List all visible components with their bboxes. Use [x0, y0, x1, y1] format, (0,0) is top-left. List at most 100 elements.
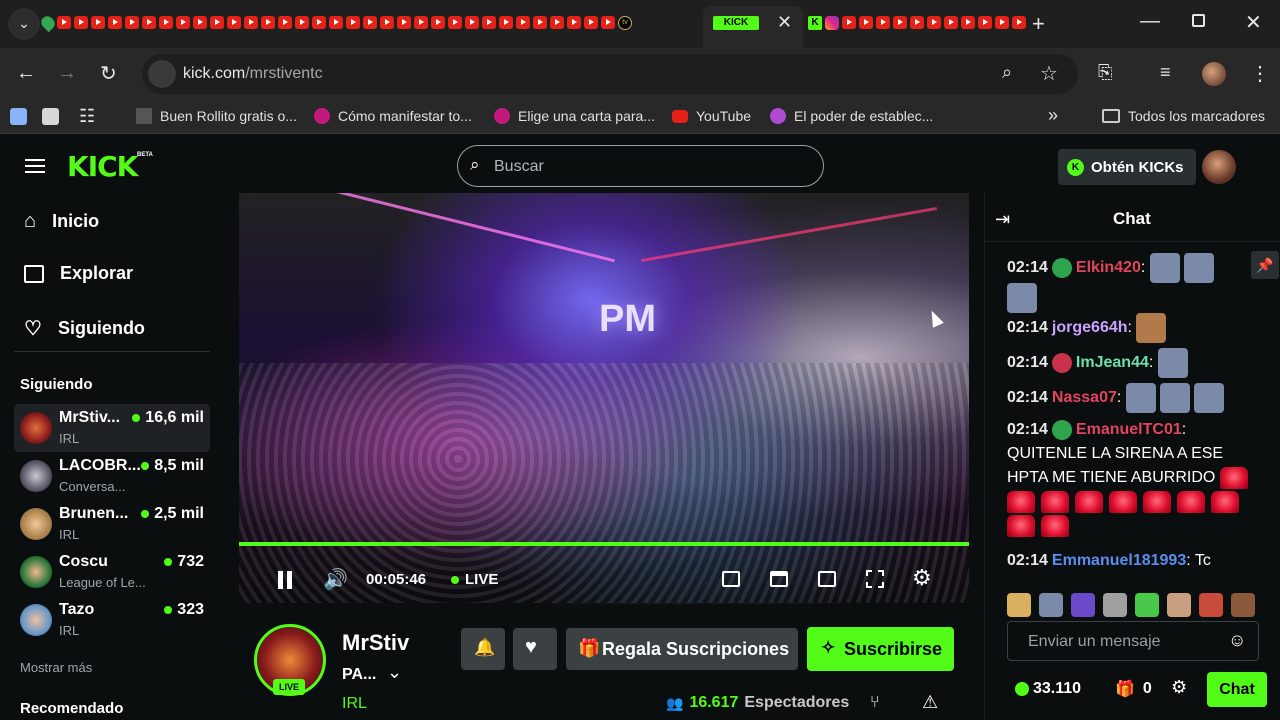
restore-icon[interactable] [1192, 14, 1205, 27]
close-window-icon[interactable]: ✕ [1245, 10, 1262, 35]
kick-logo[interactable]: KICK BETA [67, 150, 153, 183]
chat-settings-gear-icon[interactable]: ⚙ [1171, 677, 1187, 698]
youtube-tab-icon[interactable] [397, 16, 411, 29]
notifications-button[interactable]: 🔔 [461, 628, 505, 670]
chat-username[interactable]: ImJean44 [1076, 354, 1149, 371]
youtube-tab-icon[interactable] [601, 16, 615, 29]
reload-icon[interactable]: ↻ [100, 61, 117, 86]
youtube-tab-icon[interactable] [1012, 16, 1026, 29]
subscribe-button[interactable]: ✧ Suscribirse [807, 627, 954, 671]
youtube-tab-icon[interactable] [516, 16, 530, 29]
youtube-tab-icon[interactable] [448, 16, 462, 29]
youtube-tab-icon[interactable] [312, 16, 326, 29]
youtube-tab-icon[interactable] [125, 16, 139, 29]
active-tab[interactable]: KICK ✕ [703, 6, 803, 48]
chat-username[interactable]: Elkin420 [1076, 259, 1141, 276]
youtube-tab-icon[interactable] [142, 16, 156, 29]
youtube-tab-icon[interactable] [567, 16, 581, 29]
progress-bar[interactable] [239, 542, 969, 546]
youtube-tab-icon[interactable] [499, 16, 513, 29]
browser-menu-icon[interactable]: ⋮ [1250, 61, 1270, 86]
bookmark-item[interactable]: Cómo manifestar to... [314, 108, 472, 124]
youtube-tab-icon[interactable] [159, 16, 173, 29]
youtube-tab-icon[interactable] [346, 16, 360, 29]
youtube-tab-icon[interactable] [550, 16, 564, 29]
youtube-tab-icon[interactable] [193, 16, 207, 29]
minimize-icon[interactable]: — [1140, 10, 1160, 33]
tv-tab-icon[interactable]: tv [618, 16, 632, 30]
bookmark-star-icon[interactable]: ☆ [1040, 61, 1058, 86]
youtube-tab-icon[interactable] [210, 16, 224, 29]
bookmark-item[interactable]: El poder de establec... [770, 108, 933, 124]
youtube-tab-icon[interactable] [910, 16, 924, 29]
theater-mode-icon[interactable] [818, 571, 836, 587]
youtube-tab-icon[interactable] [414, 16, 428, 29]
youtube-tab-icon[interactable] [363, 16, 377, 29]
stream-category[interactable]: IRL [342, 695, 367, 713]
following-channel[interactable]: Coscu League of Le... 732 [14, 548, 210, 596]
gift-subs-button[interactable]: 🎁 Regala Suscripciones [566, 628, 798, 670]
youtube-tab-icon[interactable] [329, 16, 343, 29]
omnibox[interactable]: kick.com/mrstiventc ⌕ ☆ [142, 54, 1078, 94]
chat-username[interactable]: Nassa07 [1052, 389, 1117, 406]
all-bookmarks-folder[interactable]: Todos los marcadores [1102, 108, 1265, 124]
youtube-tab-icon[interactable] [431, 16, 445, 29]
bookmark-app-icon[interactable] [42, 108, 59, 125]
youtube-tab-icon[interactable] [584, 16, 598, 29]
chat-message-input[interactable]: Enviar un mensaje ☺ [1007, 621, 1259, 661]
collapse-chat-icon[interactable]: ⇥ [995, 209, 1010, 230]
youtube-tab-icon[interactable] [876, 16, 890, 29]
share-icon[interactable]: ⑂ [870, 694, 880, 712]
youtube-tab-icon[interactable] [944, 16, 958, 29]
fullscreen-icon[interactable] [866, 570, 884, 588]
youtube-tab-icon[interactable] [244, 16, 258, 29]
pip-icon[interactable] [722, 571, 740, 587]
bookmark-item[interactable]: Buen Rollito gratis o... [136, 108, 297, 124]
youtube-tab-icon[interactable] [227, 16, 241, 29]
youtube-tab-icon[interactable] [465, 16, 479, 29]
maps-tab-icon[interactable] [38, 13, 58, 33]
emoji-icon[interactable]: ☺ [1228, 630, 1246, 651]
close-tab-icon[interactable]: ✕ [777, 12, 792, 33]
tab-search-button[interactable]: ⌄ [8, 8, 40, 40]
gifts-display[interactable]: 🎁 0 [1115, 679, 1152, 699]
youtube-tab-icon[interactable] [261, 16, 275, 29]
volume-icon[interactable]: 🔊 [323, 567, 348, 592]
kick-tab-icon[interactable]: K [808, 16, 822, 30]
sidebar-item-siguiendo[interactable]: ♡ Siguiendo [24, 316, 145, 341]
youtube-tab-icon[interactable] [295, 16, 309, 29]
youtube-tab-icon[interactable] [842, 16, 856, 29]
sidebar-item-explorar[interactable]: Explorar [24, 263, 133, 284]
new-tab-icon[interactable]: + [1032, 11, 1045, 37]
get-kicks-button[interactable]: K Obtén KICKs [1058, 149, 1196, 185]
youtube-tab-icon[interactable] [57, 16, 71, 29]
youtube-tab-icon[interactable] [108, 16, 122, 29]
youtube-tab-icon[interactable] [893, 16, 907, 29]
following-channel[interactable]: Tazo IRL 323 [14, 596, 210, 644]
youtube-tab-icon[interactable] [380, 16, 394, 29]
youtube-tab-icon[interactable] [927, 16, 941, 29]
clip-icon[interactable] [770, 571, 788, 587]
chat-username[interactable]: Emmanuel181993 [1052, 552, 1186, 569]
video-player[interactable]: PM 🔊 00:05:46 LIVE ⚙ [239, 193, 969, 604]
youtube-tab-icon[interactable] [278, 16, 292, 29]
sidebar-item-inicio[interactable]: ⌂ Inicio [24, 210, 99, 233]
hamburger-menu-icon[interactable] [25, 159, 45, 173]
following-channel[interactable]: Brunen... IRL 2,5 mil [14, 500, 210, 548]
youtube-tab-icon[interactable] [176, 16, 190, 29]
settings-gear-icon[interactable]: ⚙ [912, 565, 932, 591]
user-avatar[interactable] [1202, 150, 1236, 184]
following-channel[interactable]: MrStiv... IRL 16,6 mil [14, 404, 210, 452]
profile-avatar[interactable] [1202, 62, 1226, 86]
youtube-tab-icon[interactable] [978, 16, 992, 29]
bookmark-item[interactable]: Elige una carta para... [494, 108, 655, 124]
bookmark-item[interactable]: YouTube [672, 108, 751, 124]
chevron-down-icon[interactable]: ⌄ [387, 662, 402, 683]
report-icon[interactable]: ⚠ [922, 692, 938, 713]
pause-icon[interactable] [278, 571, 292, 589]
youtube-tab-icon[interactable] [995, 16, 1009, 29]
media-control-icon[interactable]: ≡ [1160, 62, 1171, 83]
send-chat-button[interactable]: Chat [1207, 672, 1267, 707]
points-display[interactable]: 33.110 [1015, 680, 1081, 698]
follow-button[interactable]: ♥ [513, 628, 557, 670]
